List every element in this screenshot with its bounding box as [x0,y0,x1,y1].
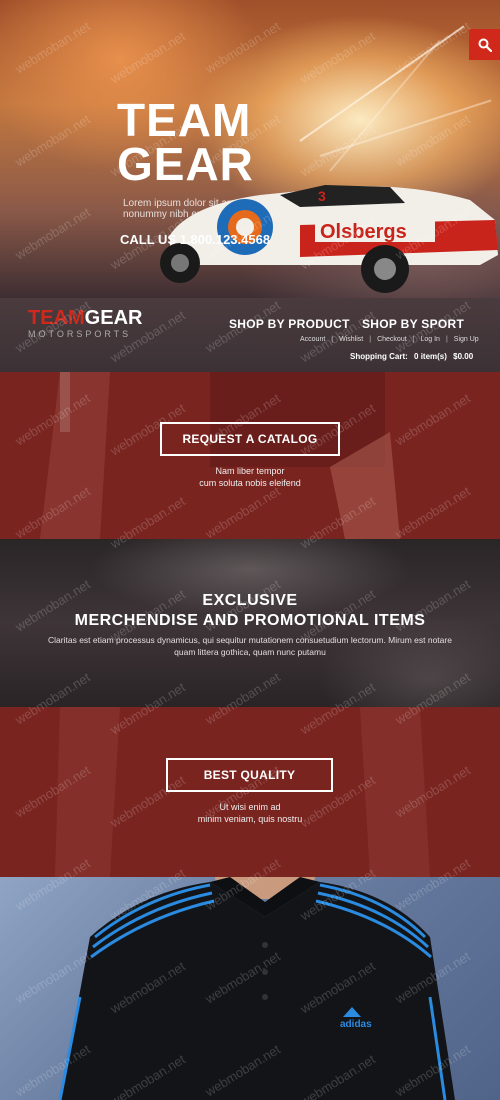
search-button[interactable] [469,29,500,60]
exclusive-panel: EXCLUSIVE MERCHENDISE AND PROMOTIONAL IT… [0,539,500,707]
quality-panel: BEST QUALITY Ut wisi enim ad minim venia… [0,707,500,877]
account-links: Account | Wishlist | Checkout | Log In | Sig… [300,336,479,343]
nav-shop-by-product[interactable]: SHOP BY PRODUCT [229,317,350,331]
cart-label: Shopping Cart: [350,352,408,361]
catalog-caption: Nam liber tempor cum soluta nobis eleife… [0,465,500,489]
light-streak [329,40,441,172]
logo-gear-text: GEAR [84,307,143,329]
cart-items: 0 item(s) [414,352,447,361]
quality-caption-line2: minim veniam, quis nostru [197,814,303,824]
divider: | [412,336,415,343]
car-brand-text: Olsbergs [320,221,407,243]
link-wishlist[interactable]: Wishlist [339,336,363,343]
divider: | [331,336,334,343]
request-catalog-button[interactable]: REQUEST A CATALOG [160,422,340,456]
divider: | [369,336,372,343]
link-sign-up[interactable]: Sign Up [454,336,479,343]
link-account[interactable]: Account [300,336,325,343]
quality-caption-line1: Ut wisi enim ad [219,802,281,812]
shopping-cart-summary[interactable]: Shopping Cart: 0 item(s) $0.00 [350,352,477,361]
cart-total: $0.00 [453,352,474,361]
product-photo-panel: adidas [0,877,500,1100]
logo-tagline: MOTORSPORTS [28,329,132,339]
car-number-text: 3 [318,188,326,204]
best-quality-button[interactable]: BEST QUALITY [166,758,333,792]
divider: | [445,336,448,343]
catalog-caption-line1: Nam liber tempor [215,466,285,476]
link-log-in[interactable]: Log In [420,336,439,343]
header-navbar: TEAMGEAR MOTORSPORTS SHOP BY PRODUCT SHO… [0,298,500,372]
light-streak [299,25,465,142]
call-us-phone[interactable]: CALL US 1.800.123.4568 [120,232,270,247]
exclusive-body: Claritas est etiam processus dynamicus, … [48,635,452,657]
person-legs-image [55,707,430,877]
exclusive-title-line2: MERCHENDISE AND PROMOTIONAL ITEMS [74,612,426,629]
exclusive-title-line1: EXCLUSIVE [202,592,298,609]
catalog-panel: REQUEST A CATALOG Nam liber tempor cum s… [0,372,500,539]
link-checkout[interactable]: Checkout [377,336,407,343]
hero-title-line1: TEAM [117,94,252,146]
exclusive-title: EXCLUSIVE MERCHENDISE AND PROMOTIONAL IT… [0,591,500,631]
site-logo[interactable]: TEAMGEAR MOTORSPORTS [28,307,142,339]
search-icon [478,38,492,52]
polo-shirt-image: adidas [58,877,455,1100]
catalog-caption-line2: cum soluta nobis eleifend [199,478,301,488]
hero-banner: TEAM GEAR Lorem ipsum dolor sit amet, co… [0,0,500,298]
nav-shop-by-sport[interactable]: SHOP BY SPORT [362,317,464,331]
quality-caption: Ut wisi enim ad minim veniam, quis nostr… [0,801,500,825]
logo-team-text: TEAM [28,307,85,329]
shirt-brand-text: adidas [340,1019,372,1030]
